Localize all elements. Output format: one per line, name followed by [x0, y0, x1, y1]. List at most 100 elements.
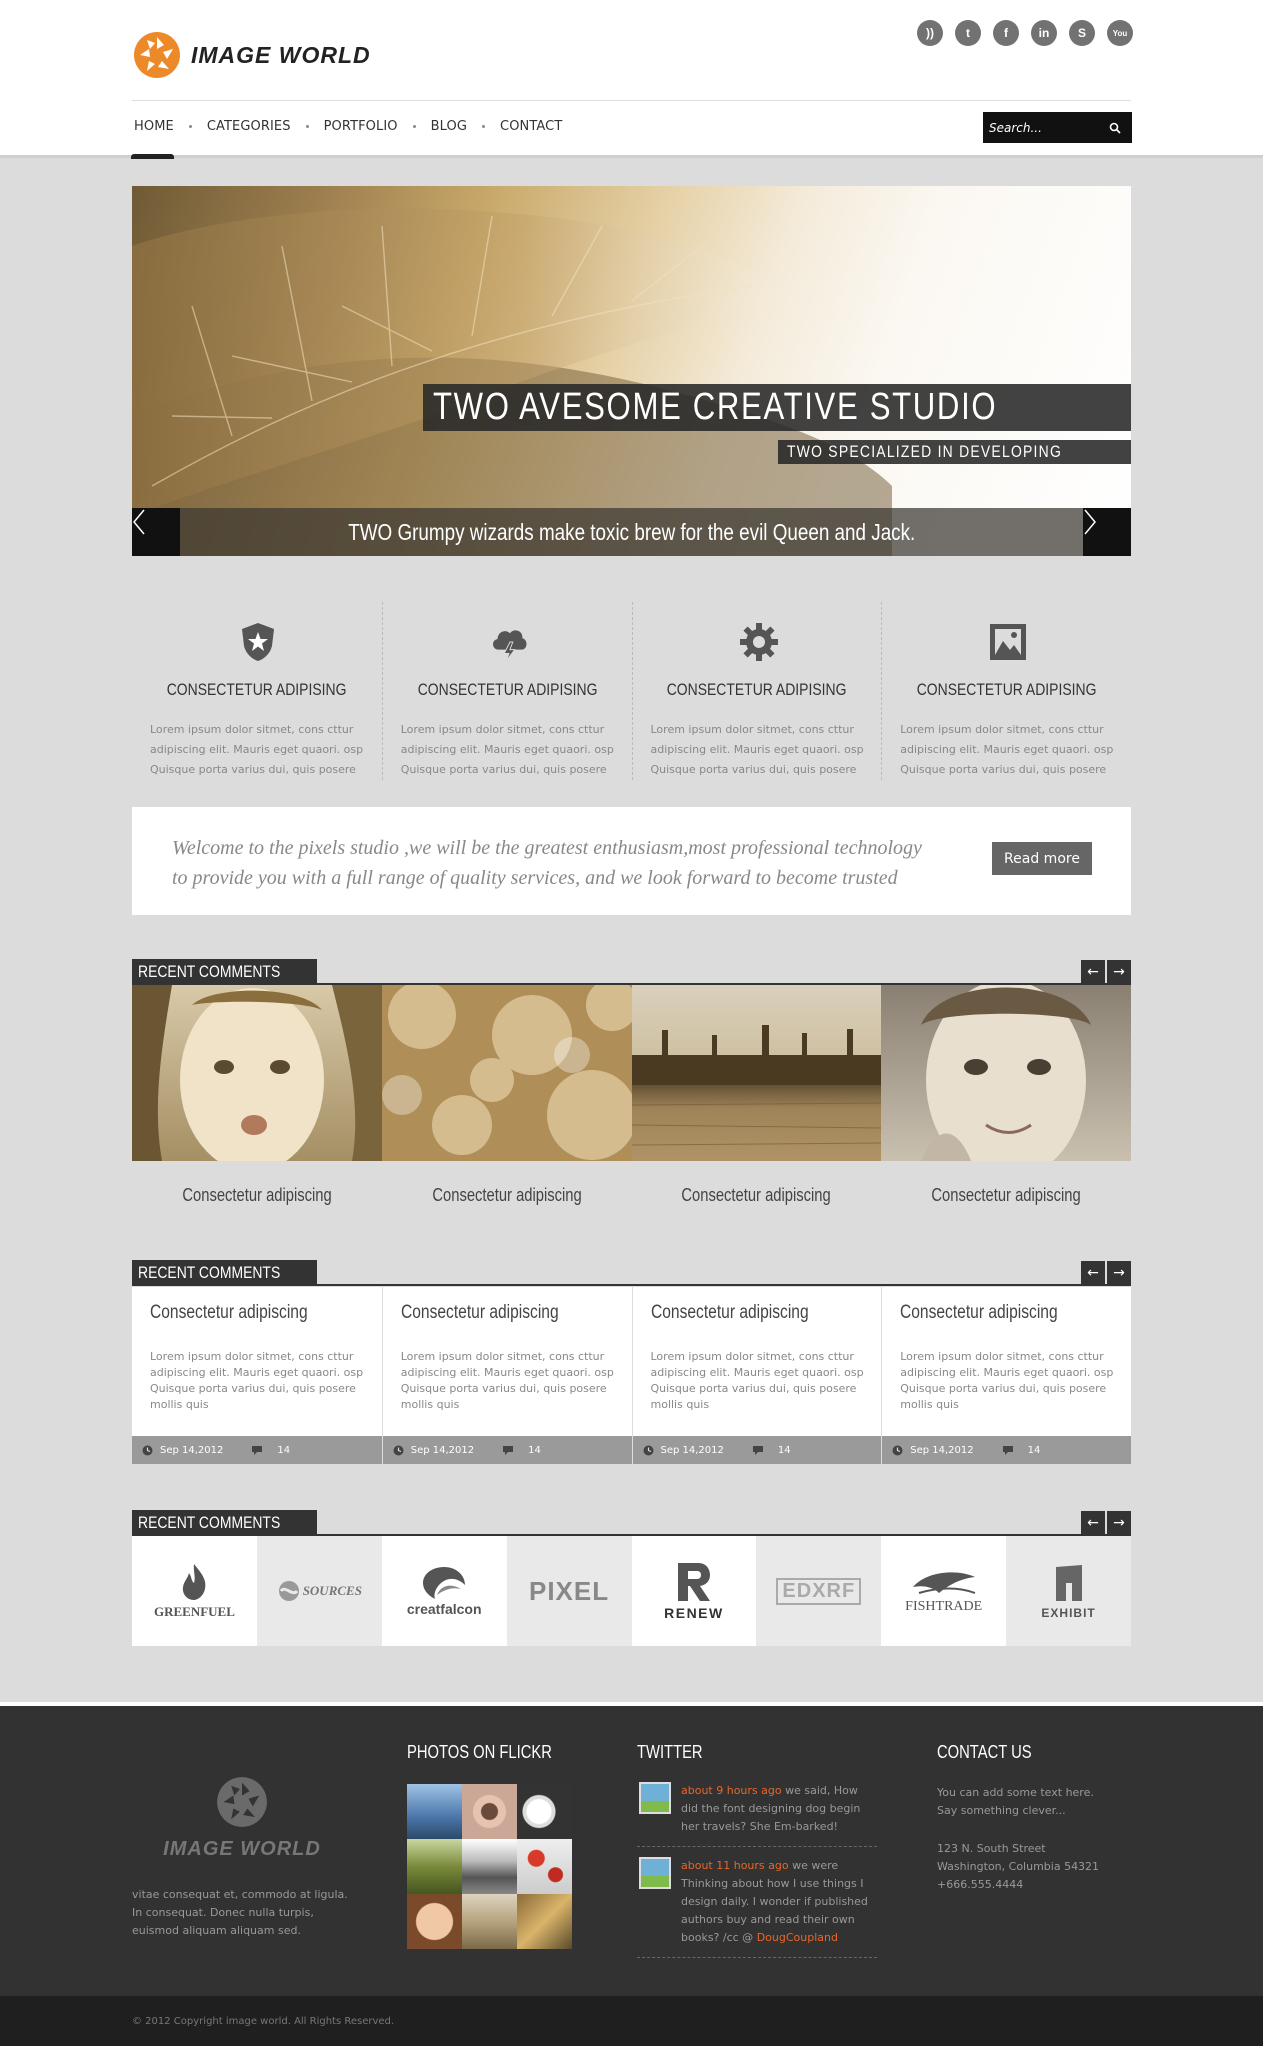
clock-icon [142, 1445, 153, 1455]
contact-address-line: Washington, Columbia 54321 [937, 1860, 1100, 1873]
contact-phone: +666.555.4444 [937, 1878, 1024, 1891]
linkedin-icon[interactable]: in [1031, 20, 1057, 46]
footer-logo[interactable]: IMAGE WORLD [162, 1776, 322, 1861]
photo-caption[interactable]: Consectetur adipiscing [432, 1185, 581, 1206]
aperture-logo-icon [134, 32, 180, 78]
contact-address-line: 123 N. South Street [937, 1842, 1046, 1855]
photo-caption[interactable]: Consectetur adipiscing [182, 1185, 331, 1206]
flickr-thumb[interactable] [407, 1839, 462, 1894]
flickr-thumb[interactable] [407, 1894, 462, 1949]
nav-separator [305, 124, 309, 128]
client-logo-pixel[interactable]: PIXEL [506, 1536, 632, 1646]
flickr-thumb[interactable] [517, 1784, 572, 1839]
flickr-thumb[interactable] [462, 1894, 517, 1949]
clock-icon [393, 1445, 404, 1455]
r-letter-icon [677, 1563, 710, 1601]
active-nav-indicator [131, 154, 174, 159]
photo-caption[interactable]: Consectetur adipiscing [931, 1185, 1080, 1206]
photo-woman[interactable] [132, 985, 382, 1161]
nav-contact[interactable]: CONTACT [500, 119, 562, 134]
tweet-mention-link[interactable]: DougCoupland [757, 1931, 838, 1944]
flickr-thumb[interactable] [462, 1784, 517, 1839]
nav-separator [188, 124, 192, 128]
post-comment-count[interactable]: 14 [277, 1445, 290, 1456]
next-arrow-button[interactable]: → [1107, 1511, 1131, 1535]
prev-arrow-button[interactable]: ← [1081, 960, 1105, 984]
slider-prev-button[interactable] [132, 508, 180, 556]
flickr-thumb[interactable] [517, 1894, 572, 1949]
photo-field[interactable] [631, 985, 882, 1161]
read-more-button[interactable]: Read more [992, 842, 1092, 875]
client-logo-sources[interactable]: SOURCES [256, 1536, 382, 1646]
post-comment-count[interactable]: 14 [528, 1445, 541, 1456]
client-logo-exhibit[interactable]: EXHIBIT [1006, 1536, 1131, 1646]
next-arrow-button[interactable]: → [1107, 960, 1131, 984]
site-logo[interactable]: IMAGE WORLD [133, 27, 393, 83]
tweet-time[interactable]: about 9 hours ago [681, 1784, 782, 1797]
post-title[interactable]: Consectetur adipiscing [401, 1302, 559, 1324]
youtube-icon[interactable]: You [1107, 20, 1133, 46]
twitter-icon[interactable]: t [955, 20, 981, 46]
nav-separator [482, 124, 486, 128]
client-logo-text: RENEW [664, 1605, 724, 1621]
flickr-gallery [407, 1784, 572, 1949]
fish-icon [912, 1572, 976, 1594]
search-button[interactable] [1101, 112, 1129, 143]
nav-blog[interactable]: BLOG [431, 119, 467, 134]
client-logo-creatfalcon[interactable]: creatfalcon [381, 1536, 507, 1646]
picture-icon [988, 622, 1028, 662]
post-comment-count[interactable]: 14 [1028, 1445, 1041, 1456]
client-logo-renew[interactable]: RENEW [631, 1536, 757, 1646]
search-input[interactable] [989, 120, 1101, 135]
client-logo-fishtrade[interactable]: FISHTRADE [881, 1536, 1007, 1646]
gear-icon [739, 622, 779, 662]
post-date: Sep 14,2012 [410, 1444, 475, 1456]
photo-girl[interactable] [881, 985, 1131, 1161]
comment-icon [1002, 1445, 1013, 1455]
swirl-icon [278, 1581, 299, 1601]
post-title[interactable]: Consectetur adipiscing [150, 1302, 308, 1324]
photo-bokeh[interactable] [381, 985, 632, 1161]
slider-next-button[interactable] [1083, 508, 1131, 556]
falcon-icon [423, 1567, 466, 1599]
site-header: IMAGE WORLD )) t f in S You HOME CATEGOR… [0, 0, 1263, 159]
flame-icon [183, 1563, 206, 1600]
feature-item: CONSECTETUR ADIPISING Lorem ipsum dolor … [381, 602, 632, 780]
nav-home[interactable]: HOME [134, 119, 174, 134]
prev-arrow-button[interactable]: ← [1081, 1261, 1105, 1285]
features-row: CONSECTETUR ADIPISING Lorem ipsum dolor … [132, 602, 1131, 780]
tweet-time[interactable]: about 11 hours ago [681, 1859, 789, 1872]
contact-info: You can add some text here. Say somethin… [937, 1784, 1117, 1894]
prev-arrow-button[interactable]: ← [1081, 1511, 1105, 1535]
facebook-icon[interactable]: f [993, 20, 1019, 46]
post-card: Consectetur adipiscing Lorem ipsum dolor… [631, 1287, 882, 1464]
post-title[interactable]: Consectetur adipiscing [651, 1302, 809, 1324]
footer-about-text: vitae consequat et, commodo at ligula. I… [132, 1888, 348, 1937]
flickr-thumb[interactable] [407, 1784, 462, 1839]
post-comment-count[interactable]: 14 [778, 1445, 791, 1456]
nav-portfolio[interactable]: PORTFOLIO [324, 119, 398, 134]
client-logo-greenfuel[interactable]: GREENFUEL [132, 1536, 257, 1646]
bird-avatar-icon [639, 1857, 671, 1889]
post-card: Consectetur adipiscing Lorem ipsum dolor… [881, 1287, 1131, 1464]
client-logo-edxrf[interactable]: EDXRF [756, 1536, 882, 1646]
feature-item: CONSECTETUR ADIPISING Lorem ipsum dolor … [881, 602, 1131, 780]
flickr-thumb[interactable] [517, 1839, 572, 1894]
client-logo-text: creatfalcon [406, 1601, 482, 1617]
search-box [983, 112, 1132, 143]
client-logo-text: EDXRF [776, 1577, 862, 1605]
rss-icon[interactable]: )) [917, 20, 943, 46]
client-logo-text: EXHIBIT [1041, 1605, 1096, 1620]
next-arrow-button[interactable]: → [1107, 1261, 1131, 1285]
clock-icon [643, 1445, 653, 1455]
building-icon [1055, 1564, 1082, 1601]
copyright-bar: © 2012 Copyright image world. All Rights… [0, 1996, 1263, 2046]
nav-categories[interactable]: CATEGORIES [207, 119, 291, 134]
photo-caption[interactable]: Consectetur adipiscing [682, 1185, 831, 1206]
flickr-thumb[interactable] [462, 1839, 517, 1894]
clock-icon [892, 1445, 903, 1455]
post-title[interactable]: Consectetur adipiscing [900, 1302, 1058, 1324]
skype-icon[interactable]: S [1069, 20, 1095, 46]
client-logo-text: PIXEL [528, 1575, 610, 1606]
footer-logo-text: IMAGE WORLD [163, 1838, 321, 1860]
